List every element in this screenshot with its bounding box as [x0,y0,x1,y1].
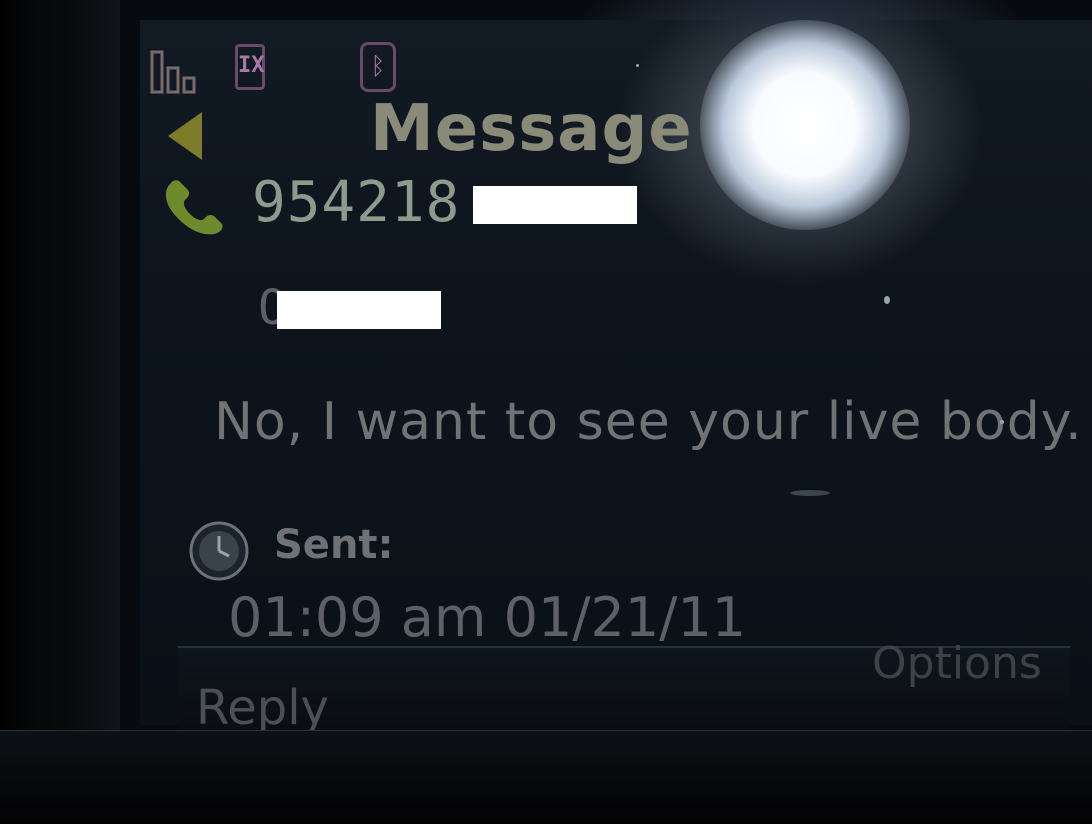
phone-icon [165,180,223,235]
redaction-box [473,186,637,224]
redaction-box [277,291,441,329]
reply-softkey[interactable]: Reply [196,680,329,736]
sent-label: Sent: [274,522,394,568]
back-arrow-icon[interactable] [168,112,202,160]
sent-timestamp: 01:09 am 01/21/11 [228,586,747,649]
contact-number: 954218 [252,170,461,235]
bluetooth-icon: ᛒ [360,42,396,92]
clock-icon [189,521,249,581]
message-body: No, I want to see your live body. [214,392,1083,452]
screen-title: Message [370,92,693,166]
phone-bezel-left [0,0,120,823]
dust-speck [790,490,830,496]
signal-icon [150,50,196,94]
dust-speck [636,64,639,67]
dust-speck [884,296,890,304]
options-softkey[interactable]: Options [872,638,1042,689]
dust-speck [1000,420,1004,424]
light-glare [700,20,910,230]
network-ex-icon: IX [235,44,265,90]
phone-bezel-bottom [0,730,1092,824]
